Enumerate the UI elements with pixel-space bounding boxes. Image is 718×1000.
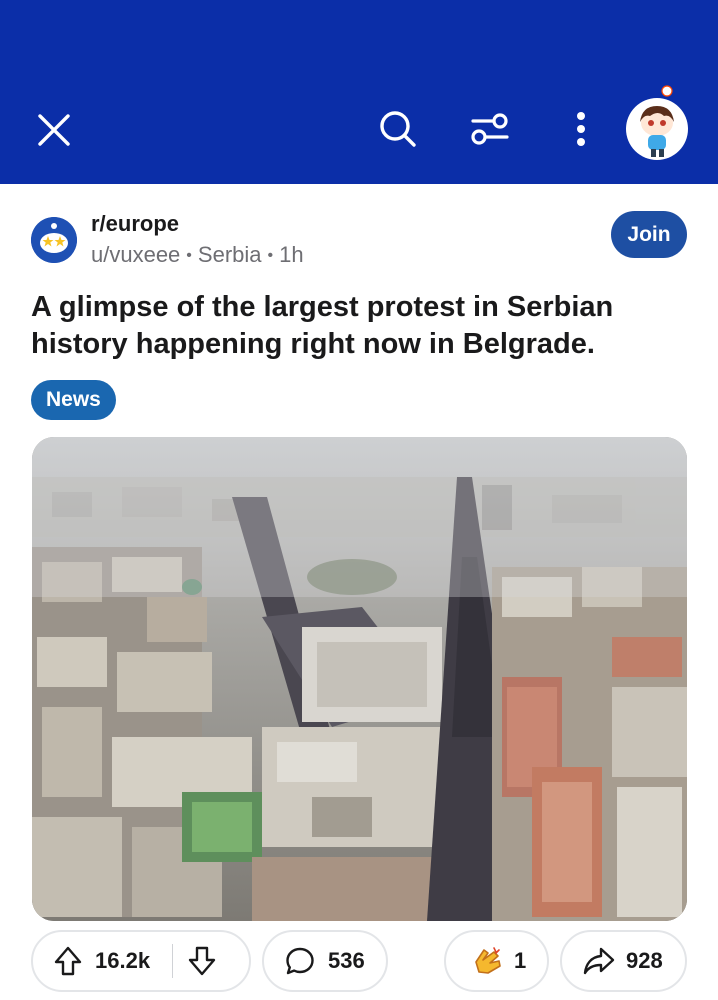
- comment-count: 536: [328, 948, 365, 973]
- user-avatar-icon: [640, 106, 674, 157]
- search-button[interactable]: [374, 105, 422, 153]
- user-avatar-button[interactable]: [626, 85, 688, 160]
- snoo-star-eyes-icon: [31, 217, 77, 263]
- upvote-button[interactable]: [53, 945, 83, 977]
- user-flair: Serbia: [197, 242, 262, 267]
- aerial-city-protest-photo: [32, 437, 687, 921]
- post-flair-tag[interactable]: News: [31, 380, 116, 420]
- search-icon: [380, 111, 416, 147]
- share-count: 928: [626, 948, 663, 973]
- post-age: 1h: [279, 242, 304, 267]
- award-hands-icon: [475, 947, 501, 974]
- vote-count: 16.2k: [95, 948, 151, 973]
- vote-bar: 16.2k: [31, 930, 251, 992]
- join-button[interactable]: Join: [611, 211, 687, 258]
- more-vertical-icon: [577, 112, 585, 146]
- user-avatar: [626, 98, 688, 160]
- close-icon: [38, 114, 70, 146]
- vote-divider: [172, 944, 174, 978]
- comments-button[interactable]: 536: [262, 930, 388, 992]
- subreddit-name[interactable]: r/europe: [91, 210, 179, 238]
- more-options-button[interactable]: [560, 105, 602, 153]
- top-app-bar: [0, 0, 718, 184]
- post-image[interactable]: [32, 437, 687, 921]
- share-arrow-icon: [583, 947, 615, 975]
- comment-bubble-icon: [286, 947, 314, 975]
- filter-button[interactable]: [466, 105, 514, 153]
- separator-dot: •: [186, 247, 192, 264]
- filter-icon: [471, 113, 509, 145]
- comment-icon-wrap: [284, 945, 316, 977]
- share-button[interactable]: 928: [560, 930, 687, 992]
- award-button[interactable]: 1: [444, 930, 549, 992]
- post-meta: u/vuxeee • Serbia • 1h: [91, 241, 304, 270]
- post-title[interactable]: A glimpse of the largest protest in Serb…: [31, 289, 681, 363]
- antenna-icon: [661, 85, 673, 97]
- downvote-button[interactable]: [187, 945, 217, 977]
- subreddit-icon[interactable]: [31, 217, 77, 263]
- award-icon-wrap: [470, 944, 504, 978]
- author-name[interactable]: u/vuxeee: [91, 242, 180, 267]
- award-count: 1: [514, 948, 527, 973]
- downvote-arrow-icon: [188, 946, 216, 976]
- separator-dot: •: [267, 247, 274, 264]
- share-icon-wrap: [582, 945, 616, 977]
- close-button[interactable]: [30, 106, 78, 154]
- upvote-arrow-icon: [54, 946, 82, 976]
